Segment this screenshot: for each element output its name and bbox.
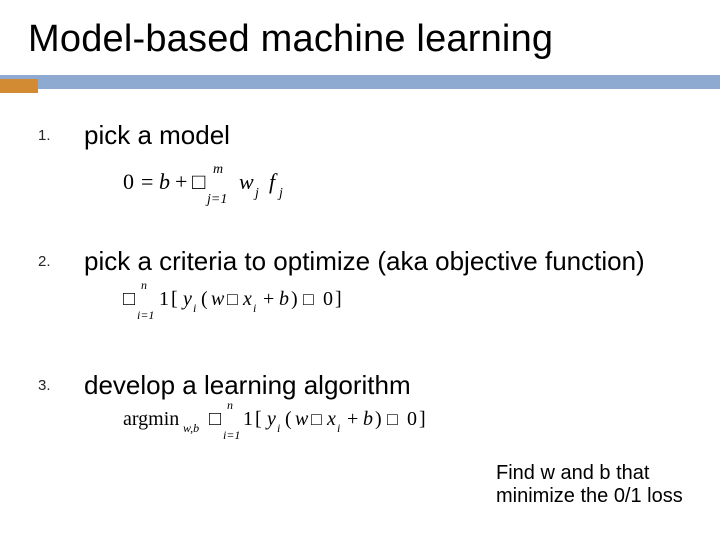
- y: y: [265, 408, 276, 430]
- y: y: [181, 288, 192, 310]
- cmp-box-icon: □: [303, 289, 314, 309]
- rule-orange: [0, 79, 38, 93]
- sub-i: i=1: [223, 428, 240, 442]
- sum-box-icon: □: [192, 169, 205, 194]
- sup-n: n: [227, 399, 233, 412]
- w: w: [295, 408, 309, 430]
- list-item: 3. develop a learning algorithm: [38, 371, 700, 401]
- cmp-box-icon: □: [387, 409, 398, 429]
- slide-body: 1. pick a model 0 = b + □ m j=1 w j f j …: [0, 93, 720, 447]
- zero: 0: [323, 288, 333, 310]
- one: 1: [243, 408, 253, 430]
- list-number: 3.: [38, 371, 60, 394]
- w: w: [211, 288, 225, 310]
- list-text: pick a model: [84, 121, 230, 151]
- lp: (: [201, 288, 208, 310]
- b: b: [363, 408, 373, 430]
- list-text: pick a criteria to optimize (aka objecti…: [84, 247, 645, 277]
- list-item: 2. pick a criteria to optimize (aka obje…: [38, 247, 700, 277]
- sup-n: n: [141, 279, 147, 292]
- xi: i: [337, 421, 340, 435]
- bias: b: [159, 169, 170, 194]
- dot-box-icon: □: [227, 289, 238, 309]
- yi: i: [193, 301, 196, 315]
- wj: j: [253, 186, 259, 201]
- b: b: [279, 288, 289, 310]
- argmin: argmin: [123, 408, 179, 430]
- fj: j: [277, 186, 283, 201]
- dot-box-icon: □: [311, 409, 322, 429]
- sum-box-icon: □: [209, 408, 221, 430]
- eq: =: [141, 169, 153, 194]
- lhs: 0: [123, 169, 134, 194]
- list-item: 1. pick a model: [38, 121, 700, 151]
- rp: ): [291, 288, 298, 310]
- plus: +: [263, 288, 274, 310]
- f: f: [269, 169, 278, 194]
- sub-j: j=1: [205, 192, 227, 207]
- x: x: [242, 288, 252, 310]
- zero: 0: [407, 408, 417, 430]
- x: x: [326, 408, 336, 430]
- plus: +: [175, 169, 187, 194]
- sup-m: m: [213, 162, 223, 177]
- one: 1: [159, 288, 169, 310]
- lbr: [: [255, 408, 262, 430]
- rule-blue: [0, 75, 720, 89]
- slide-title: Model-based machine learning: [0, 0, 720, 61]
- lbr: [: [171, 288, 178, 310]
- formula-model: 0 = b + □ m j=1 w j f j: [123, 161, 700, 211]
- rbr: ]: [335, 288, 342, 310]
- rp: ): [375, 408, 382, 430]
- list-number: 2.: [38, 247, 60, 270]
- sum-box-icon: □: [123, 288, 135, 310]
- list-text: develop a learning algorithm: [84, 371, 411, 401]
- annotation-note: Find w and b that minimize the 0/1 loss: [496, 462, 696, 508]
- rbr: ]: [419, 408, 426, 430]
- title-rule: [0, 75, 720, 93]
- plus: +: [347, 408, 358, 430]
- yi: i: [277, 421, 280, 435]
- formula-learning: argmin w,b □ n i=1 1 [ y i ( w □ x i + b…: [123, 399, 700, 447]
- xi: i: [253, 301, 256, 315]
- argmin-sub: w,b: [183, 421, 199, 435]
- list-number: 1.: [38, 121, 60, 144]
- slide: Model-based machine learning 1. pick a m…: [0, 0, 720, 540]
- lp: (: [285, 408, 292, 430]
- formula-objective: □ n i=1 1 [ y i ( w □ x i + b ) □ 0 ]: [123, 279, 700, 327]
- sub-i: i=1: [137, 308, 154, 322]
- w: w: [239, 169, 254, 194]
